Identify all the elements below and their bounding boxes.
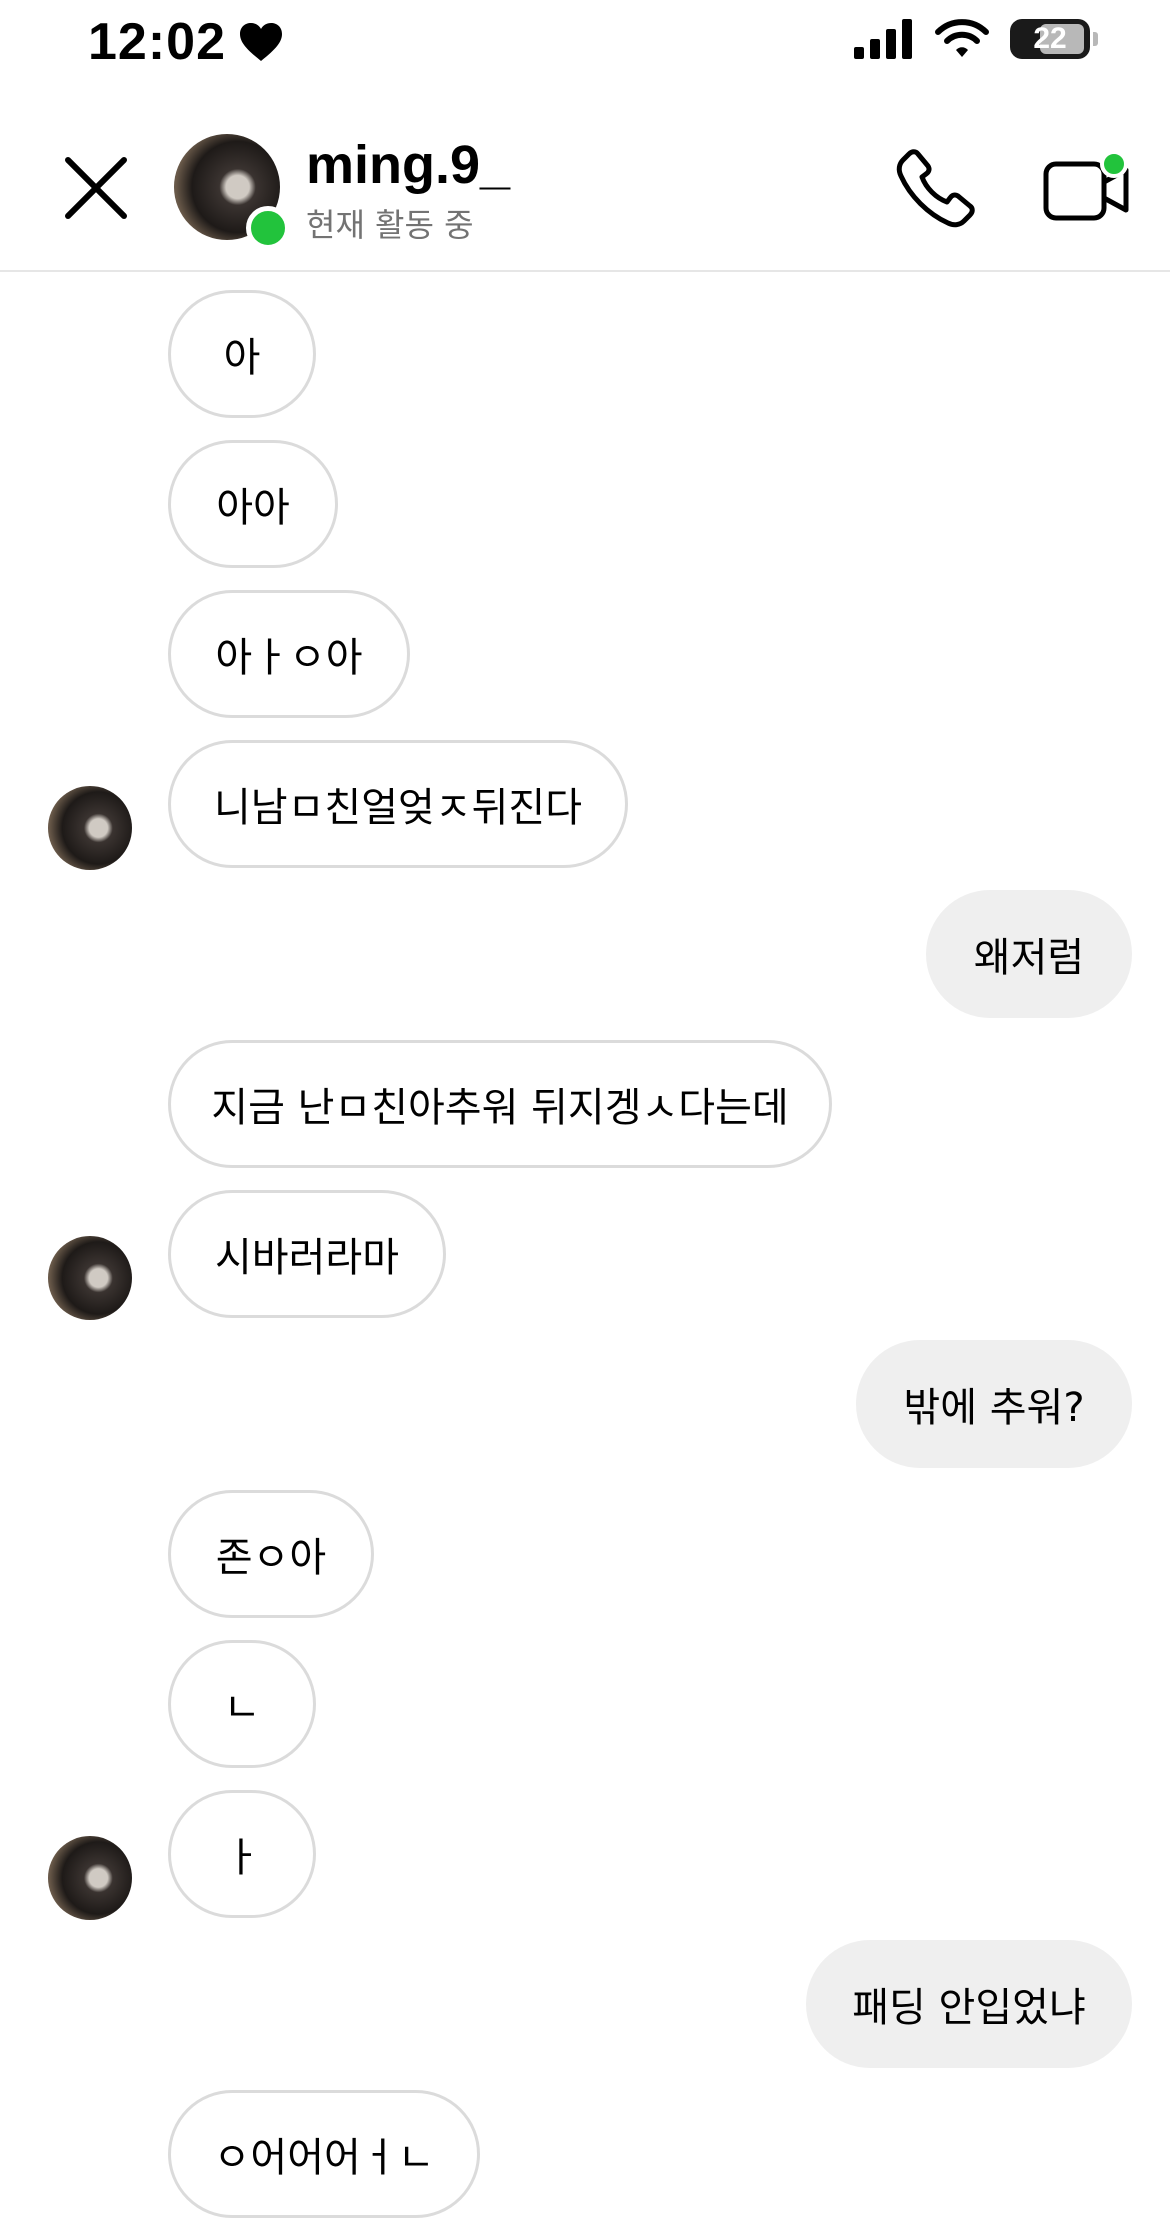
chat-header: ming.9_ 현재 활동 중 [0, 120, 1170, 272]
sent-message-bubble[interactable]: 밖에 추워? [856, 1340, 1132, 1468]
phone-call-icon[interactable] [896, 148, 976, 228]
sender-avatar[interactable] [48, 1836, 132, 1920]
sent-message-bubble[interactable]: 왜저럼 [926, 890, 1132, 1018]
status-time-text: 12:02 [88, 13, 226, 71]
video-call-icon[interactable] [1042, 148, 1132, 228]
message-text: 니남ㅁ친얼엊ㅈ뒤진다 [214, 785, 582, 831]
dm-conversation-screen: 12:02 22 ming.9_ 현재 활동 중 아 아아 아ㅏㅇ아 니남ㅁ친얼… [0, 0, 1170, 2234]
received-message-bubble[interactable]: 아 [168, 290, 316, 418]
message-text: 왜저럼 [973, 935, 1085, 981]
received-message-bubble[interactable]: 아아 [168, 440, 338, 568]
status-icons: 22 [852, 18, 1098, 60]
received-message-bubble[interactable]: 시바러라마 [168, 1190, 446, 1318]
battery-tip [1093, 32, 1098, 46]
received-message-bubble[interactable]: 지금 난ㅁ친아추워 뒤지겡ㅅ다는데 [168, 1040, 832, 1168]
close-icon[interactable] [60, 152, 132, 224]
message-text: 시바러라마 [215, 1235, 399, 1281]
battery-icon: 22 [1010, 19, 1098, 59]
received-message-bubble[interactable]: 니남ㅁ친얼엊ㅈ뒤진다 [168, 740, 628, 868]
wifi-icon [935, 19, 989, 57]
message-text: 존ㅇ아 [215, 1535, 327, 1581]
active-status: 현재 활동 중 [306, 206, 474, 244]
sender-avatar[interactable] [48, 1236, 132, 1320]
message-text: ㄴ [223, 1685, 261, 1731]
received-message-bubble[interactable]: 아ㅏㅇ아 [168, 590, 410, 718]
message-text: 아ㅏㅇ아 [215, 635, 363, 681]
message-text: 패딩 안입었냐 [852, 1985, 1086, 2031]
message-text: 아 [223, 335, 261, 381]
cellular-signal-icon [854, 19, 912, 59]
online-status-dot [246, 206, 290, 250]
message-text: 지금 난ㅁ친아추워 뒤지겡ㅅ다는데 [211, 1085, 789, 1131]
sent-message-bubble[interactable]: 패딩 안입었냐 [806, 1940, 1132, 2068]
battery-percentage: 22 [1033, 22, 1067, 55]
username[interactable]: ming.9_ [306, 134, 510, 196]
sender-avatar[interactable] [48, 786, 132, 870]
received-message-bubble[interactable]: ㅏ [168, 1790, 316, 1918]
received-message-bubble[interactable]: ㄴ [168, 1640, 316, 1768]
message-text: 밖에 추워? [903, 1385, 1085, 1431]
status-time: 12:02 [88, 12, 284, 72]
heart-icon [240, 23, 282, 61]
received-message-bubble[interactable]: 존ㅇ아 [168, 1490, 374, 1618]
message-text: ㅇ어어어ㅓㄴ [213, 2135, 435, 2181]
received-message-bubble[interactable]: ㅇ어어어ㅓㄴ [168, 2090, 480, 2218]
message-text: 아아 [216, 485, 290, 531]
message-text: ㅏ [223, 1835, 261, 1881]
